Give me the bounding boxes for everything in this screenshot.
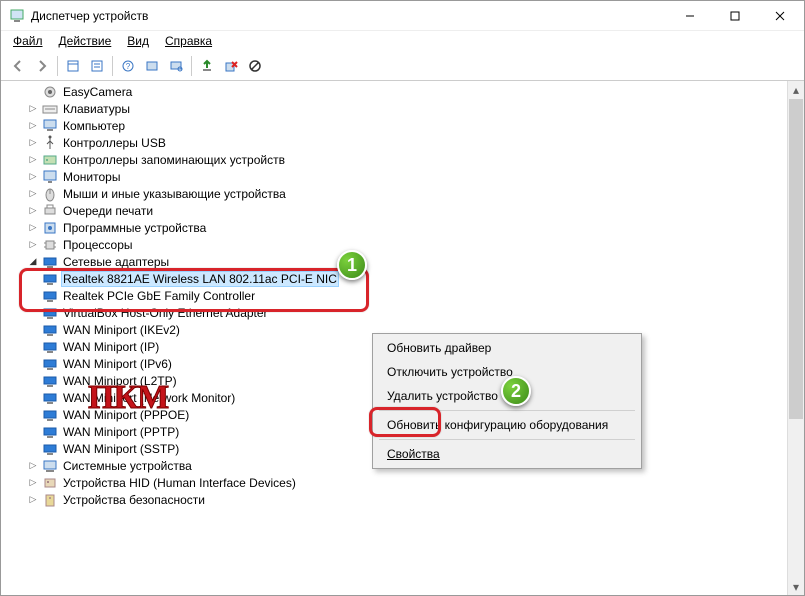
cpu-icon <box>42 237 58 253</box>
tree-item[interactable]: Очереди печати <box>7 202 787 219</box>
tree-item-network-adapters[interactable]: Сетевые адаптеры <box>7 253 787 270</box>
usb-icon <box>42 135 58 151</box>
content-area: EasyCamera Клавиатуры Компьютер Контролл… <box>1 81 804 595</box>
tree-item-adapter[interactable]: Realtek 8821AE Wireless LAN 802.11ac PCI… <box>7 270 787 287</box>
tree-item[interactable]: EasyCamera <box>7 83 787 100</box>
forward-button[interactable] <box>31 55 53 77</box>
toolbar-icon[interactable] <box>141 55 163 77</box>
maximize-button[interactable] <box>712 1 757 30</box>
network-adapter-icon <box>42 339 58 355</box>
network-adapter-icon <box>42 441 58 457</box>
app-icon <box>9 8 25 24</box>
storage-icon <box>42 152 58 168</box>
uninstall-icon[interactable] <box>220 55 242 77</box>
scrollbar-thumb[interactable] <box>789 99 803 419</box>
tree-item-adapter[interactable]: Realtek PCIe GbE Family Controller <box>7 287 787 304</box>
monitor-icon <box>42 169 58 185</box>
hid-icon <box>42 475 58 491</box>
scrollbar[interactable]: ▴ ▾ <box>787 81 804 595</box>
network-adapter-icon <box>42 390 58 406</box>
tree-item[interactable]: Устройства HID (Human Interface Devices) <box>7 474 787 491</box>
tree-item-adapter[interactable]: VirtualBox Host-Only Ethernet Adapter <box>7 304 787 321</box>
network-adapter-icon <box>42 322 58 338</box>
menu-properties[interactable]: Свойства <box>375 442 639 466</box>
camera-icon <box>42 84 58 100</box>
network-adapter-icon <box>42 373 58 389</box>
titlebar: Диспетчер устройств <box>1 1 804 31</box>
svg-text:?: ? <box>126 62 131 71</box>
close-button[interactable] <box>757 1 802 30</box>
keyboard-icon <box>42 101 58 117</box>
menu-separator <box>379 410 635 411</box>
network-adapter-icon <box>42 305 58 321</box>
tree-item[interactable]: Контроллеры USB <box>7 134 787 151</box>
tree-item[interactable]: Компьютер <box>7 117 787 134</box>
update-driver-icon[interactable] <box>196 55 218 77</box>
scan-icon[interactable] <box>165 55 187 77</box>
toolbar: ? <box>1 51 804 81</box>
disable-icon[interactable] <box>244 55 266 77</box>
menu-view[interactable]: Вид <box>121 32 155 50</box>
network-adapter-icon <box>42 288 58 304</box>
mouse-icon <box>42 186 58 202</box>
menu-help[interactable]: Справка <box>159 32 218 50</box>
network-adapter-icon <box>42 271 58 287</box>
printer-icon <box>42 203 58 219</box>
system-icon <box>42 458 58 474</box>
menu-separator <box>379 439 635 440</box>
network-icon <box>42 254 58 270</box>
tree-item[interactable]: Мыши и иные указывающие устройства <box>7 185 787 202</box>
back-button[interactable] <box>7 55 29 77</box>
device-manager-window: Диспетчер устройств Файл Действие Вид Сп… <box>0 0 805 596</box>
tree-item[interactable]: Программные устройства <box>7 219 787 236</box>
tree-item[interactable]: Устройства безопасности <box>7 491 787 508</box>
toolbar-icon[interactable] <box>62 55 84 77</box>
tree-item[interactable]: Клавиатуры <box>7 100 787 117</box>
minimize-button[interactable] <box>667 1 712 30</box>
tree-item[interactable]: Процессоры <box>7 236 787 253</box>
menu-action[interactable]: Действие <box>53 32 118 50</box>
network-adapter-icon <box>42 356 58 372</box>
menu-update-driver[interactable]: Обновить драйвер <box>375 336 639 360</box>
help-icon[interactable]: ? <box>117 55 139 77</box>
menu-file[interactable]: Файл <box>7 32 49 50</box>
computer-icon <box>42 118 58 134</box>
context-menu: Обновить драйвер Отключить устройство Уд… <box>372 333 642 469</box>
tree-item[interactable]: Контроллеры запоминающих устройств <box>7 151 787 168</box>
network-adapter-icon <box>42 424 58 440</box>
network-adapter-icon <box>42 407 58 423</box>
software-icon <box>42 220 58 236</box>
toolbar-icon[interactable] <box>86 55 108 77</box>
menu-disable-device[interactable]: Отключить устройство <box>375 360 639 384</box>
tree-item[interactable]: Мониторы <box>7 168 787 185</box>
menu-uninstall-device[interactable]: Удалить устройство <box>375 384 639 408</box>
scroll-up-icon[interactable]: ▴ <box>788 81 804 98</box>
scroll-down-icon[interactable]: ▾ <box>788 578 804 595</box>
menu-scan-hardware[interactable]: Обновить конфигурацию оборудования <box>375 413 639 437</box>
window-title: Диспетчер устройств <box>31 9 667 23</box>
security-icon <box>42 492 58 508</box>
menubar: Файл Действие Вид Справка <box>1 31 804 51</box>
